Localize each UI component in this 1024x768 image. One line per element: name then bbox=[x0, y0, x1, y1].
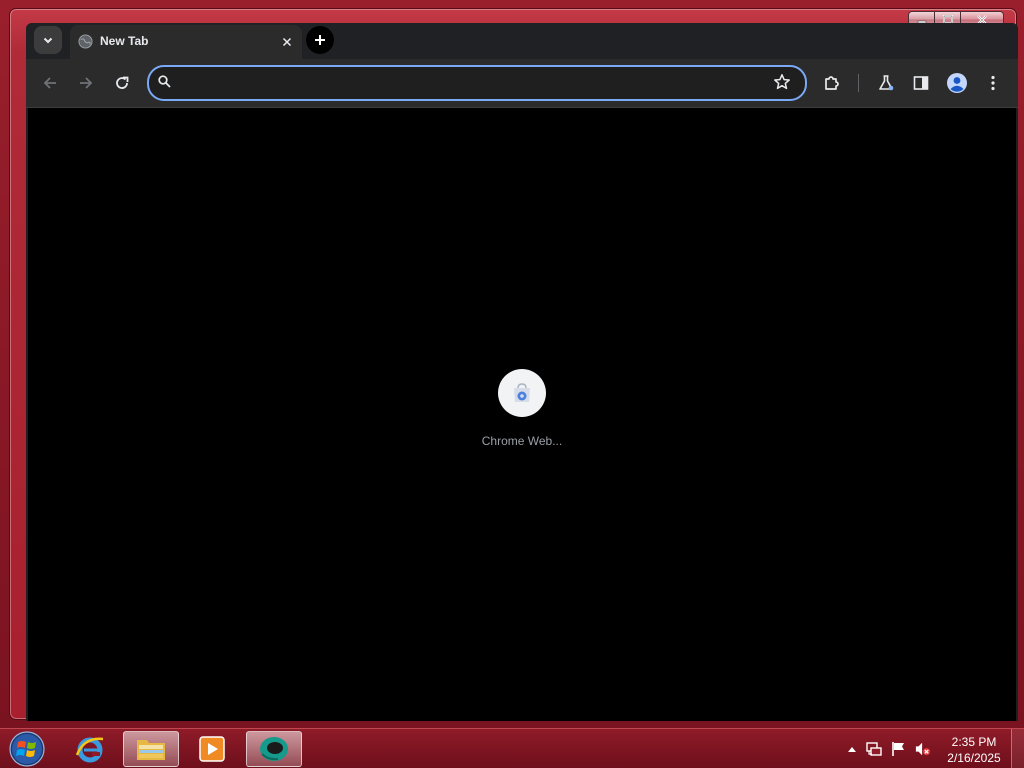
taskbar: 2:35 PM 2/16/2025 bbox=[0, 728, 1024, 768]
taskbar-file-explorer[interactable] bbox=[123, 731, 179, 767]
network-tray-button[interactable] bbox=[866, 741, 882, 757]
taskbar-media-player[interactable] bbox=[184, 731, 240, 767]
windows-start-icon bbox=[9, 731, 45, 767]
browser-window: New Tab Chrome Web... bbox=[9, 8, 1018, 721]
labs-button[interactable] bbox=[874, 71, 898, 95]
tab-search-button[interactable] bbox=[34, 26, 62, 54]
internet-explorer-icon bbox=[75, 737, 104, 763]
shortcut-icon-circle bbox=[498, 369, 546, 417]
new-tab-page: Chrome Web... bbox=[28, 108, 1016, 721]
shortcut-tile[interactable]: Chrome Web... bbox=[468, 369, 576, 453]
menu-kebab-icon bbox=[991, 75, 995, 91]
clock-time: 2:35 PM bbox=[951, 735, 997, 749]
show-hidden-icons-button[interactable] bbox=[844, 741, 860, 757]
back-icon bbox=[43, 77, 56, 89]
new-tab-button[interactable] bbox=[306, 26, 334, 54]
action-center-flag-icon bbox=[892, 742, 904, 756]
side-panel-button[interactable] bbox=[909, 71, 933, 95]
globe-icon bbox=[78, 34, 93, 49]
shortcut-label: Chrome Web... bbox=[481, 434, 563, 448]
show-desktop-button[interactable] bbox=[1011, 729, 1024, 768]
profile-button[interactable] bbox=[945, 71, 969, 95]
browser-toolbar bbox=[26, 59, 1018, 108]
chrome-app-icon bbox=[260, 737, 288, 761]
chrome-browser: New Tab Chrome Web... bbox=[26, 23, 1018, 721]
address-input[interactable] bbox=[181, 71, 765, 97]
extensions-button[interactable] bbox=[820, 71, 844, 95]
forward-button[interactable] bbox=[74, 71, 98, 95]
search-icon bbox=[158, 75, 171, 88]
network-icon bbox=[866, 742, 882, 756]
chrome-web-store-icon bbox=[514, 383, 530, 402]
volume-muted-icon bbox=[915, 742, 931, 756]
tab-strip: New Tab bbox=[26, 23, 1018, 59]
taskbar-chrome[interactable] bbox=[246, 731, 302, 767]
taskbar-internet-explorer[interactable] bbox=[62, 731, 118, 767]
show-hidden-icons-icon bbox=[848, 747, 856, 752]
taskbar-clock[interactable]: 2:35 PM 2/16/2025 bbox=[942, 734, 1006, 766]
reload-button[interactable] bbox=[110, 71, 134, 95]
back-button[interactable] bbox=[38, 71, 62, 95]
toolbar-separator bbox=[858, 74, 859, 92]
clock-date: 2/16/2025 bbox=[947, 751, 1001, 765]
tab-new-tab[interactable]: New Tab bbox=[70, 25, 302, 59]
labs-flask-icon bbox=[879, 75, 894, 91]
tab-close-button[interactable] bbox=[278, 33, 296, 51]
profile-icon bbox=[947, 73, 967, 93]
media-player-icon bbox=[199, 736, 225, 762]
file-explorer-icon bbox=[137, 740, 165, 760]
volume-tray-button[interactable] bbox=[915, 741, 931, 757]
address-bar[interactable] bbox=[147, 65, 807, 101]
start-button[interactable] bbox=[6, 729, 48, 768]
reload-icon bbox=[116, 76, 129, 89]
chevron-down-icon bbox=[43, 37, 53, 44]
chrome-menu-button[interactable] bbox=[981, 71, 1005, 95]
forward-icon bbox=[80, 77, 93, 89]
tab-title: New Tab bbox=[100, 34, 149, 48]
action-center-button[interactable] bbox=[891, 741, 907, 757]
extensions-icon bbox=[825, 76, 839, 90]
plus-icon bbox=[315, 35, 325, 45]
close-icon bbox=[282, 37, 292, 47]
bookmark-star-icon[interactable] bbox=[773, 73, 791, 91]
side-panel-icon bbox=[913, 76, 929, 90]
